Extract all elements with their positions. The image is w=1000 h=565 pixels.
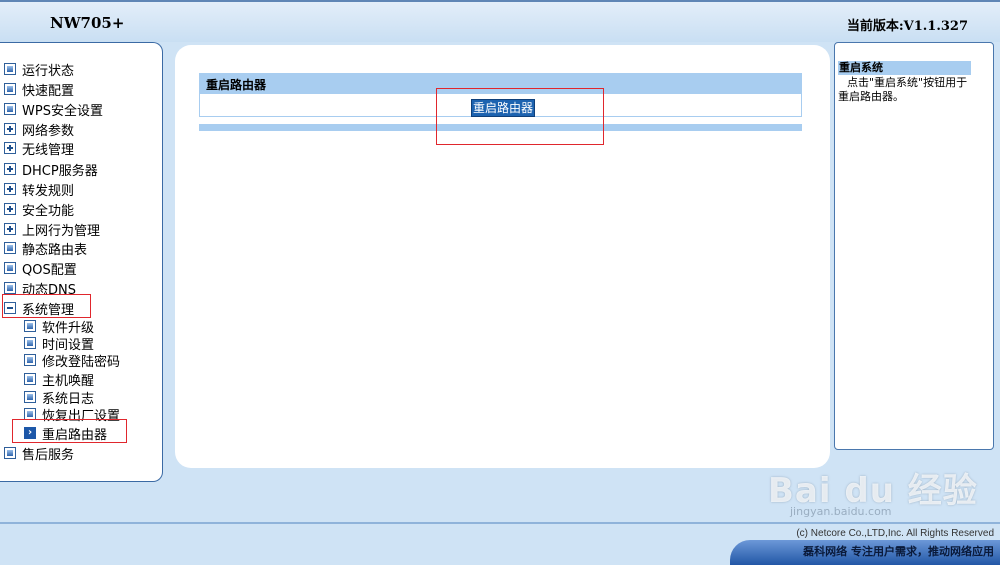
- sidebar-item-wireless[interactable]: 无线管理: [4, 139, 74, 158]
- sidebar-item-security[interactable]: 安全功能: [4, 200, 74, 219]
- copyright-text: (c) Netcore Co.,LTD,Inc. All Rights Rese…: [796, 528, 994, 539]
- bullet-icon: [4, 63, 16, 75]
- bullet-icon: [4, 282, 16, 294]
- brand-title: NW705+: [50, 14, 125, 32]
- help-panel: 重启系统 点击"重启系统"按钮用于重启路由器。: [834, 42, 994, 450]
- sidebar-subitem-wol[interactable]: 主机唤醒: [24, 370, 94, 389]
- baidu-watermark-url: jingyan.baidu.com: [790, 505, 892, 518]
- sidebar-item-quick-setup[interactable]: 快速配置: [4, 80, 74, 99]
- bullet-icon: [4, 447, 16, 459]
- expand-plus-icon: [4, 163, 16, 175]
- top-header: NW705+ 当前版本:V1.1.327: [0, 0, 1000, 42]
- highlight-reboot-item: [12, 419, 127, 443]
- bullet-icon: [4, 103, 16, 115]
- sidebar-item-static-route[interactable]: 静态路由表: [4, 239, 87, 258]
- sidebar-item-wps[interactable]: WPS安全设置: [4, 100, 103, 119]
- bullet-icon: [4, 262, 16, 274]
- sidebar-item-forwarding[interactable]: 转发规则: [4, 180, 74, 199]
- bullet-icon: [24, 373, 36, 385]
- highlight-reboot-button: [436, 88, 604, 145]
- firmware-version: 当前版本:V1.1.327: [846, 19, 968, 34]
- sidebar-subitem-syslog[interactable]: 系统日志: [24, 388, 94, 407]
- sidebar-menu: 运行状态 快速配置 WPS安全设置 网络参数 无线管理 DHCP服务器 转发规则…: [0, 42, 163, 482]
- sidebar-item-network[interactable]: 网络参数: [4, 120, 74, 139]
- sidebar-item-dhcp[interactable]: DHCP服务器: [4, 160, 98, 179]
- help-title: 重启系统: [838, 61, 971, 75]
- expand-plus-icon: [4, 183, 16, 195]
- expand-plus-icon: [4, 223, 16, 235]
- bullet-icon: [24, 391, 36, 403]
- sidebar-item-qos[interactable]: QOS配置: [4, 259, 77, 278]
- main-panel: 重启路由器 重启路由器: [175, 45, 830, 468]
- bullet-icon: [24, 320, 36, 332]
- sidebar-subitem-password[interactable]: 修改登陆密码: [24, 351, 120, 370]
- expand-plus-icon: [4, 123, 16, 135]
- footer-slogan: 磊科网络 专注用户需求，推动网络应用: [803, 545, 994, 558]
- expand-plus-icon: [4, 203, 16, 215]
- footer-divider: [0, 522, 1000, 524]
- expand-plus-icon: [4, 142, 16, 154]
- bullet-icon: [24, 337, 36, 349]
- sidebar-item-after-sales[interactable]: 售后服务: [4, 444, 74, 463]
- bullet-icon: [4, 242, 16, 254]
- sidebar-item-behavior[interactable]: 上网行为管理: [4, 220, 100, 239]
- bullet-icon: [4, 83, 16, 95]
- sidebar-item-run-status[interactable]: 运行状态: [4, 60, 74, 79]
- bullet-icon: [24, 354, 36, 366]
- help-text: 点击"重启系统"按钮用于重启路由器。: [838, 76, 968, 103]
- sidebar-subitem-firmware[interactable]: 软件升级: [24, 317, 94, 336]
- highlight-system-admin: [2, 294, 91, 318]
- sidebar-subitem-time[interactable]: 时间设置: [24, 334, 94, 353]
